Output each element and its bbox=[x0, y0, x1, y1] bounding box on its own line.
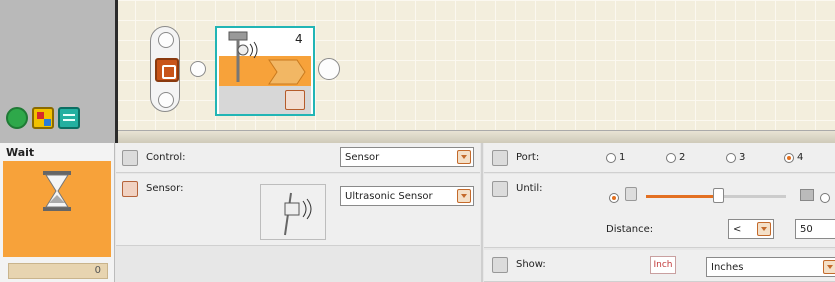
panel-divider bbox=[481, 143, 483, 282]
ultrasonic-sensor-icon bbox=[228, 31, 258, 82]
beam-hub-after bbox=[318, 58, 340, 80]
far-icon bbox=[800, 189, 814, 201]
comparator-value: < bbox=[733, 224, 742, 235]
eye-icon bbox=[122, 150, 138, 166]
distance-label: Distance: bbox=[606, 224, 654, 235]
distance-value: 50 bbox=[800, 224, 813, 235]
block-icon-panel bbox=[3, 161, 111, 257]
port-2-radio[interactable] bbox=[666, 153, 676, 163]
canvas-scrollbar[interactable] bbox=[115, 130, 835, 143]
palette-buttons bbox=[6, 107, 80, 129]
data-hub-icon[interactable] bbox=[285, 90, 305, 110]
control-value: Sensor bbox=[345, 152, 380, 163]
near-icon bbox=[625, 187, 637, 201]
port-label: Port: bbox=[516, 152, 540, 163]
port-1-radio[interactable] bbox=[606, 153, 616, 163]
common-palette-button[interactable] bbox=[6, 107, 28, 129]
farther-radio[interactable] bbox=[820, 193, 830, 203]
distance-input[interactable]: 50 bbox=[795, 219, 835, 239]
port-4-radio[interactable] bbox=[784, 153, 794, 163]
hourglass-small-icon bbox=[492, 181, 508, 197]
beam-hub-bottom bbox=[158, 92, 174, 108]
beam-hub-right bbox=[190, 61, 206, 77]
chevron-down-icon bbox=[757, 222, 771, 236]
show-label: Show: bbox=[516, 259, 546, 270]
block-counter: 0 bbox=[8, 263, 108, 279]
block-number: 4 bbox=[295, 32, 303, 46]
port-3-radio[interactable] bbox=[726, 153, 736, 163]
until-label: Until: bbox=[516, 183, 543, 194]
distance-slider-fill bbox=[646, 195, 720, 198]
chevron-down-icon bbox=[823, 260, 835, 274]
chevron-down-icon bbox=[457, 189, 471, 203]
port-2-label: 2 bbox=[679, 152, 686, 163]
custom-palette-button[interactable] bbox=[58, 107, 80, 129]
sensor-preview bbox=[260, 184, 326, 240]
distance-slider-thumb[interactable] bbox=[713, 188, 724, 203]
comparator-dropdown[interactable]: < bbox=[728, 219, 774, 239]
units-dropdown[interactable]: Inches bbox=[706, 257, 835, 277]
port-1-label: 1 bbox=[619, 152, 626, 163]
ultrasonic-chevron bbox=[268, 59, 306, 85]
closer-radio[interactable] bbox=[609, 193, 619, 203]
wait-ultrasonic-block[interactable]: 4 bbox=[215, 26, 315, 116]
hourglass-icon bbox=[43, 171, 71, 211]
beam-hub-top bbox=[158, 32, 174, 48]
control-dropdown[interactable]: Sensor bbox=[340, 147, 474, 167]
port-3-label: 3 bbox=[739, 152, 746, 163]
port-4-label: 4 bbox=[797, 152, 804, 163]
unit-icon-button[interactable]: Inch bbox=[650, 256, 676, 274]
display-icon bbox=[492, 257, 508, 273]
sensor-value: Ultrasonic Sensor bbox=[345, 191, 433, 202]
start-icon[interactable] bbox=[155, 58, 179, 82]
ultrasonic-sensor-icon bbox=[284, 192, 312, 236]
upload-icon bbox=[122, 181, 138, 197]
port-icon bbox=[492, 150, 508, 166]
block-title: Wait bbox=[6, 146, 35, 159]
sensor-dropdown[interactable]: Ultrasonic Sensor bbox=[340, 186, 474, 206]
complete-palette-button[interactable] bbox=[32, 107, 54, 129]
units-value: Inches bbox=[711, 262, 744, 273]
sensor-label: Sensor: bbox=[146, 183, 184, 194]
canvas-left-border bbox=[115, 0, 118, 143]
control-label: Control: bbox=[146, 152, 186, 163]
chevron-down-icon bbox=[457, 150, 471, 164]
